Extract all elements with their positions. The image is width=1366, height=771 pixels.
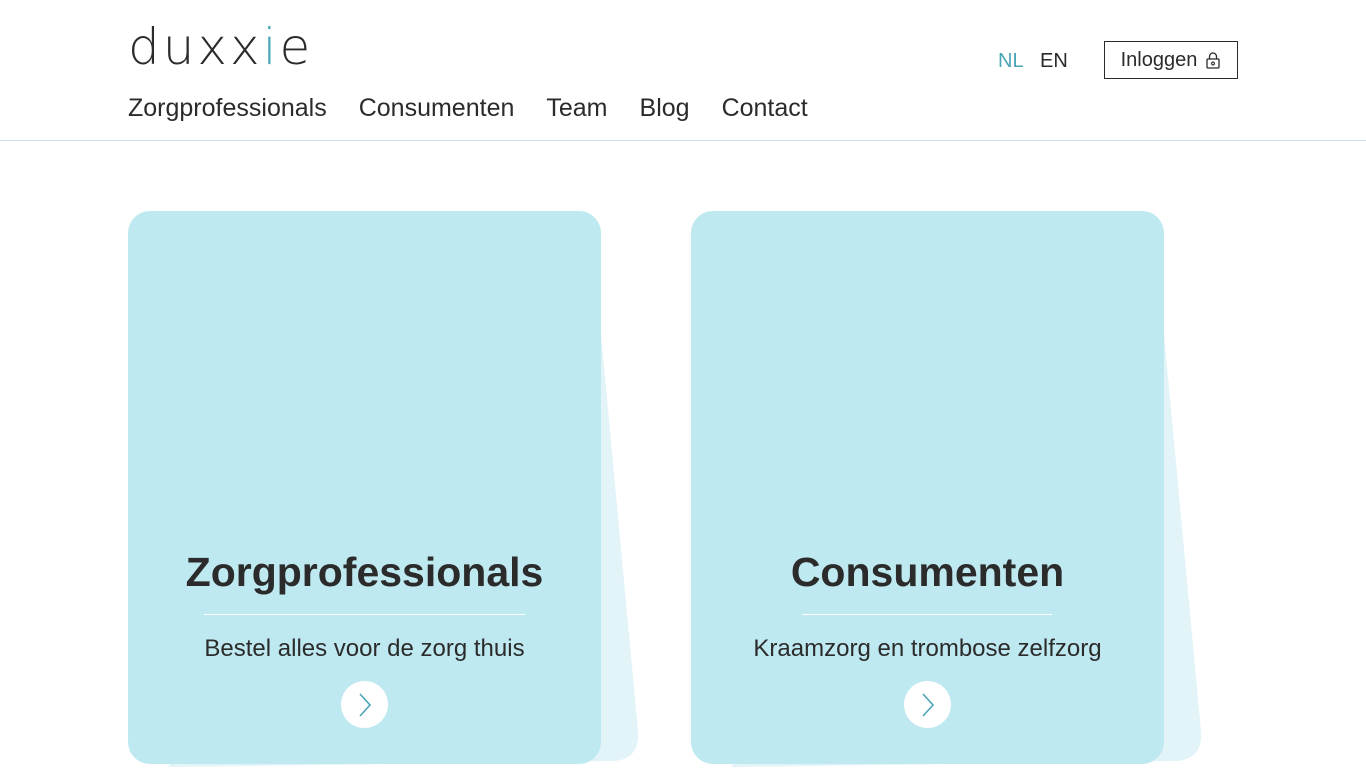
- card-subtitle: Bestel alles voor de zorg thuis: [204, 635, 525, 662]
- card-divider: [802, 614, 1052, 615]
- nav-item-team[interactable]: Team: [546, 92, 607, 124]
- language-en-link[interactable]: EN: [1040, 48, 1068, 74]
- card-zorgprofessionals-wrapper: Zorgprofessionals Bestel alles voor de z…: [128, 211, 640, 771]
- nav-item-contact[interactable]: Contact: [722, 92, 808, 124]
- lock-icon: [1206, 52, 1221, 69]
- card-arrow-button[interactable]: [904, 681, 951, 728]
- card-subtitle: Kraamzorg en trombose zelfzorg: [753, 635, 1102, 662]
- site-header: duxxie Zorgprofessionals Consumenten Tea…: [0, 0, 1366, 141]
- card-consumenten[interactable]: Consumenten Kraamzorg en trombose zelfzo…: [691, 211, 1164, 764]
- card-consumenten-wrapper: Consumenten Kraamzorg en trombose zelfzo…: [691, 211, 1203, 771]
- chevron-right-icon: [358, 692, 371, 717]
- card-arrow-button[interactable]: [341, 681, 388, 728]
- card-title: Zorgprofessionals: [185, 549, 544, 595]
- duxxie-logo[interactable]: duxxie: [128, 22, 313, 72]
- card-divider: [204, 614, 525, 615]
- logo-text-end: e: [279, 18, 314, 76]
- chevron-right-icon: [921, 692, 934, 717]
- language-nl-link[interactable]: NL: [998, 48, 1024, 74]
- login-label: Inloggen: [1120, 48, 1198, 71]
- login-button[interactable]: Inloggen: [1104, 41, 1238, 79]
- logo-accent-letter: i: [262, 18, 280, 76]
- nav-item-blog[interactable]: Blog: [640, 92, 690, 124]
- nav-item-consumenten[interactable]: Consumenten: [359, 92, 515, 124]
- card-zorgprofessionals[interactable]: Zorgprofessionals Bestel alles voor de z…: [128, 211, 601, 764]
- main-nav: Zorgprofessionals Consumenten Team Blog …: [128, 92, 808, 124]
- logo-text: duxx: [128, 18, 263, 76]
- card-title: Consumenten: [790, 549, 1065, 595]
- nav-item-zorgprofessionals[interactable]: Zorgprofessionals: [128, 92, 327, 124]
